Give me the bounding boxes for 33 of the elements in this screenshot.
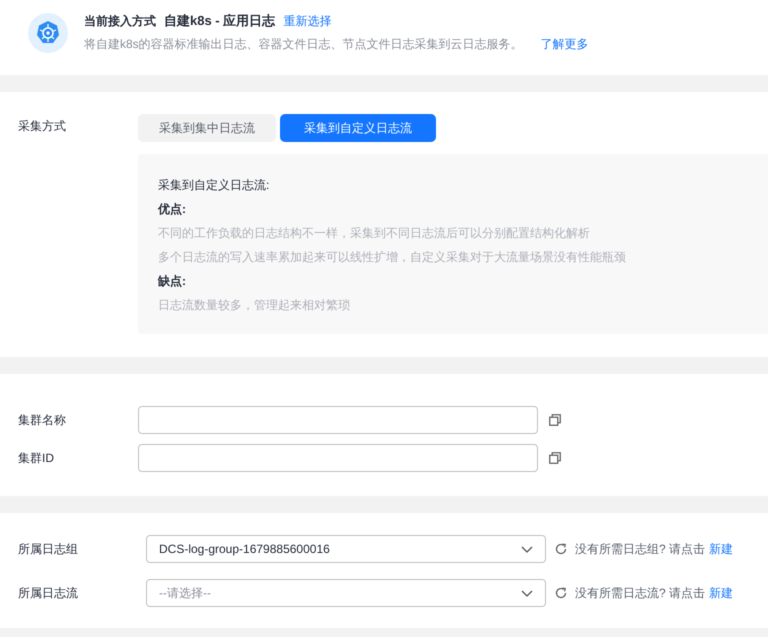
hint-text: 没有所需日志组? 请点击	[575, 540, 706, 558]
create-link[interactable]: 新建	[709, 584, 734, 602]
collection-tab[interactable]: 采集到自定义日志流	[280, 114, 436, 142]
info-heading: 优点:	[158, 201, 187, 218]
hint-text: 没有所需日志流? 请点击	[575, 584, 706, 602]
chevron-down-icon	[521, 590, 533, 596]
reselect-link[interactable]: 重新选择	[283, 13, 332, 30]
collection-method-label: 采集方式	[18, 118, 67, 135]
access-method-title: 自建k8s - 应用日志	[164, 12, 276, 30]
input-field[interactable]	[138, 406, 538, 434]
access-method-label: 当前接入方式	[84, 13, 156, 30]
info-text: 不同的工作负载的日志结构不一样，采集到不同日志流后可以分别配置结构化解析	[158, 225, 591, 242]
field-label: 所属日志流	[18, 584, 79, 602]
field-label: 集群名称	[18, 412, 67, 428]
description-text: 将自建k8s的容器标准输出日志、容器文件日志、节点文件日志采集到云日志服务。	[84, 36, 523, 53]
info-heading: 缺点:	[158, 273, 187, 290]
copy-icon[interactable]	[549, 452, 561, 464]
learn-more-link[interactable]: 了解更多	[540, 36, 589, 53]
chevron-down-icon	[521, 546, 533, 552]
kubernetes-icon	[28, 13, 68, 53]
copy-icon[interactable]	[549, 414, 561, 426]
input-field[interactable]	[138, 444, 538, 472]
field-label: 集群ID	[18, 450, 55, 466]
dropdown[interactable]: --请选择--	[146, 579, 546, 607]
refresh-icon[interactable]	[555, 543, 567, 555]
create-link[interactable]: 新建	[709, 540, 734, 558]
field-label: 所属日志组	[18, 540, 79, 558]
refresh-icon[interactable]	[555, 587, 567, 599]
collection-tab[interactable]: 采集到集中日志流	[138, 114, 276, 142]
info-text: 多个日志流的写入速率累加起来可以线性扩增，自定义采集对于大流量场景没有性能瓶颈	[158, 249, 627, 266]
dropdown[interactable]: DCS-log-group-1679885600016	[146, 535, 546, 563]
info-text: 日志流数量较多，管理起来相对繁琐	[158, 297, 351, 314]
info-title: 采集到自定义日志流:	[158, 177, 270, 194]
